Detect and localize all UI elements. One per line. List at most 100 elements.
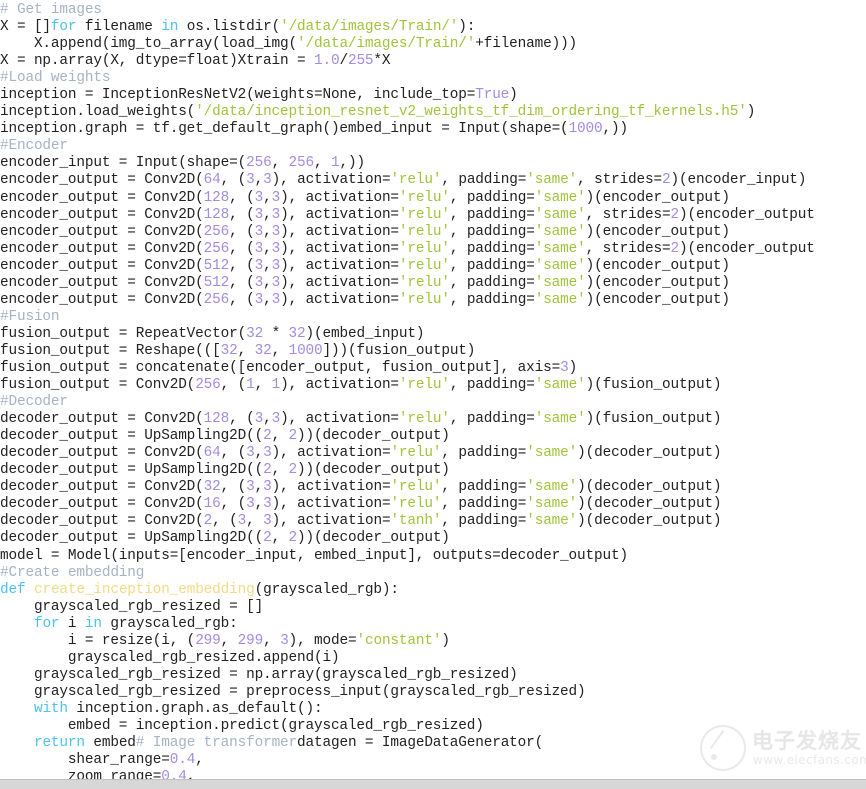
code-token-plain: ), activation= xyxy=(280,291,399,308)
code-token-plain: grayscaled_rgb: xyxy=(101,615,238,632)
code-token-plain: grayscaled_rgb_resized.append(i) xyxy=(0,649,340,666)
code-token-num: 3 xyxy=(254,240,264,257)
code-token-plain: ), activation= xyxy=(280,377,399,394)
code-token-num: 3 xyxy=(271,411,281,428)
code-token-num: 3 xyxy=(254,223,264,240)
code-token-plain: , ( xyxy=(220,172,247,189)
bottom-edge-bar xyxy=(0,779,866,789)
code-line: embed = inception.predict(grayscaled_rgb… xyxy=(0,718,866,735)
code-token-comment: # Get images xyxy=(0,2,102,18)
code-token-plain: / xyxy=(339,53,348,70)
code-token-str: 'same' xyxy=(526,479,578,496)
code-token-plain: , padding= xyxy=(449,240,535,257)
code-line: encoder_output = Conv2D(512, (3,3), acti… xyxy=(0,275,866,292)
code-token-plain: , xyxy=(220,632,238,649)
code-token-plain: , ( xyxy=(229,223,255,240)
code-token-num: 3 xyxy=(263,479,272,496)
code-token-num: 128 xyxy=(203,206,230,223)
code-token-plain: decoder_output = Conv2D( xyxy=(0,445,204,462)
code-line: shear_range=0.4, xyxy=(0,752,866,769)
code-token-str: 'same' xyxy=(526,496,578,513)
code-token-num: 2 xyxy=(203,513,213,530)
code-line: def create_inception_embedding(grayscale… xyxy=(0,582,866,599)
code-token-num: 3 xyxy=(271,274,281,291)
code-token-kw: in xyxy=(84,615,102,632)
code-line: i = resize(i, (299, 299, 3), mode='const… xyxy=(0,633,866,650)
code-token-num: 1.0 xyxy=(313,53,340,70)
code-token-num: 32 xyxy=(246,325,264,342)
code-token-num: 128 xyxy=(203,411,230,428)
code-token-num: 256 xyxy=(203,223,230,240)
code-line: decoder_output = UpSampling2D((2, 2))(de… xyxy=(0,428,866,445)
code-line: inception.load_weights('/data/inception_… xyxy=(0,104,866,121)
code-token-num: 3 xyxy=(271,240,281,257)
code-token-plain: , padding= xyxy=(449,274,535,291)
code-token-plain: , ( xyxy=(220,377,247,394)
code-token-str: 'same' xyxy=(534,411,586,428)
code-token-plain: )(decoder_output) xyxy=(577,513,722,530)
code-token-plain: ), activation= xyxy=(271,445,391,462)
code-line: encoder_output = Conv2D(64, (3,3), activ… xyxy=(0,172,866,189)
code-token-plain: ) xyxy=(509,87,518,104)
code-line: encoder_input = Input(shape=(256, 256, 1… xyxy=(0,155,866,172)
code-token-num: 2 xyxy=(288,530,298,547)
code-line: encoder_output = Conv2D(128, (3,3), acti… xyxy=(0,190,866,207)
code-token-plain: inception.load_weights( xyxy=(0,104,196,121)
code-token-plain: ), activation= xyxy=(280,411,399,428)
code-token-num: 256 xyxy=(288,155,315,172)
code-line: decoder_output = UpSampling2D((2, 2))(de… xyxy=(0,462,866,479)
code-token-num: 2 xyxy=(662,172,671,189)
code-token-plain: +filename))) xyxy=(475,36,578,53)
code-token-plain: ))(decoder_output) xyxy=(297,428,450,445)
code-token-str: 'relu' xyxy=(398,377,450,394)
code-token-plain: filename xyxy=(76,19,162,36)
code-token-plain: decoder_output = Conv2D( xyxy=(0,513,204,530)
code-token-plain: , ( xyxy=(220,496,247,513)
code-token-num: 256 xyxy=(195,377,221,394)
code-line: X.append(img_to_array(load_img('/data/im… xyxy=(0,36,866,53)
code-token-num: 16 xyxy=(203,496,221,513)
code-token-plain: * xyxy=(263,325,289,342)
code-token-plain: , padding= xyxy=(441,445,527,462)
code-token-plain: , strides= xyxy=(585,206,671,223)
code-token-plain: )(decoder_output) xyxy=(577,445,722,462)
code-token-num: 128 xyxy=(203,189,230,206)
code-token-plain: )(encoder_output) xyxy=(585,257,730,274)
code-token-plain: ]))(fusion_output) xyxy=(322,342,476,359)
code-token-num: 0.4 xyxy=(169,752,196,769)
code-token-str: 'relu' xyxy=(390,496,442,513)
code-token-plain: )(decoder_output) xyxy=(577,496,722,513)
code-token-plain: )(embed_input) xyxy=(305,325,425,342)
code-token-num: 32 xyxy=(220,342,238,359)
code-token-plain: , ( xyxy=(229,257,255,274)
code-token-plain: encoder_output = Conv2D( xyxy=(0,291,204,308)
code-token-num: 32 xyxy=(203,479,221,496)
code-token-plain: ), activation= xyxy=(280,206,399,223)
code-token-comment: #Create embedding xyxy=(0,564,145,581)
code-token-plain: ), activation= xyxy=(280,223,399,240)
code-token-plain: , xyxy=(263,223,272,240)
code-token-plain: i xyxy=(59,615,85,632)
code-token-plain: , ( xyxy=(220,479,247,496)
code-token-plain: encoder_output = Conv2D( xyxy=(0,257,204,274)
code-token-num: 3 xyxy=(263,445,272,462)
code-line: for i in grayscaled_rgb: xyxy=(0,616,866,633)
code-token-num: 299 xyxy=(237,632,264,649)
code-token-plain: X.append(img_to_array(load_img( xyxy=(0,36,298,53)
code-token-num: 3 xyxy=(263,172,272,189)
code-token-comment: #Load weights xyxy=(0,70,111,87)
code-token-plain: decoder_output = UpSampling2D(( xyxy=(0,462,264,479)
python-code-listing[interactable]: # Get images X = []for filename in os.lis… xyxy=(0,0,866,786)
code-token-comment: #Fusion xyxy=(0,308,60,325)
code-token-comment: #Encoder xyxy=(0,138,68,155)
code-token-plain: encoder_output = Conv2D( xyxy=(0,206,204,223)
code-token-kw: with xyxy=(33,700,68,717)
code-token-plain: shear_range= xyxy=(0,752,170,769)
code-token-plain: fusion_output = Conv2D( xyxy=(0,377,196,394)
code-token-plain: )(encoder_output) xyxy=(585,223,730,240)
code-line: decoder_output = Conv2D(2, (3, 3), activ… xyxy=(0,513,866,530)
code-token-num: 3 xyxy=(263,513,272,530)
code-token-plain: , ( xyxy=(229,411,255,428)
code-token-str: '/data/images/Train/' xyxy=(297,36,476,53)
